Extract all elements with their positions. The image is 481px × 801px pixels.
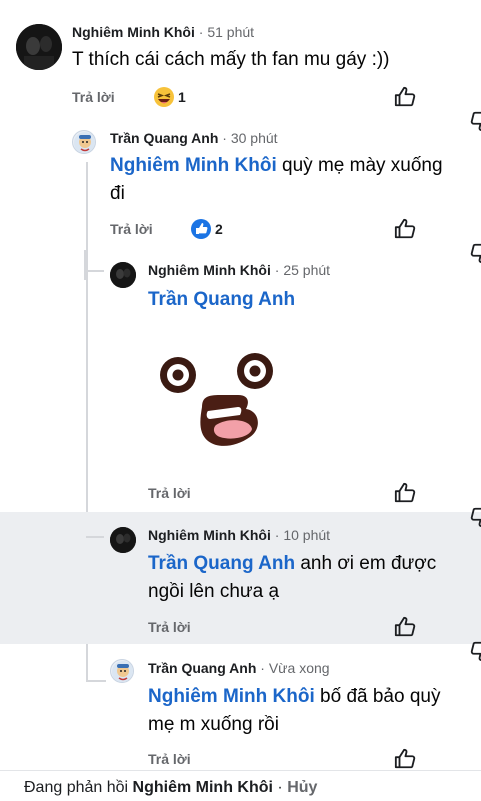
- comment-author[interactable]: Nghiêm Minh Khôi · 25 phút: [148, 262, 330, 278]
- reaction-count: 2: [215, 221, 223, 237]
- replying-to-bar: Đang phản hồi Nghiêm Minh Khôi · Hủy: [0, 770, 481, 801]
- comment-text: Nghiêm Minh Khôi bố đã bảo quỳ mẹ m xuống…: [148, 686, 441, 735]
- comment-separator: ·: [194, 24, 208, 40]
- cancel-reply-button[interactable]: Hủy: [287, 779, 317, 796]
- mention-tag[interactable]: Nghiêm Minh Khôi: [148, 686, 315, 707]
- comment-time: 30 phút: [230, 130, 278, 146]
- comment-time: 51 phút: [207, 24, 255, 40]
- mention-tag[interactable]: Trần Quang Anh: [148, 289, 295, 310]
- thumbs-down-icon[interactable]: [446, 218, 481, 264]
- thumbs-down-icon[interactable]: [446, 86, 481, 132]
- avatar[interactable]: [110, 262, 136, 288]
- comment-author[interactable]: Trần Quang Anh · 30 phút: [110, 130, 278, 146]
- thread-line-connector: [86, 536, 104, 538]
- comment-mention: Trần Quang Anh: [148, 286, 295, 314]
- reply-button[interactable]: Trả lời: [148, 751, 191, 767]
- mention-tag[interactable]: Trần Quang Anh: [148, 553, 295, 574]
- thumbs-up-icon[interactable]: [394, 218, 416, 245]
- thread-line-branch: [86, 680, 106, 682]
- comment-author[interactable]: Nghiêm Minh Khôi · 10 phút: [148, 527, 330, 543]
- reply-button[interactable]: Trả lời: [148, 619, 191, 635]
- reply-button[interactable]: Trả lời: [110, 221, 153, 237]
- thumbs-down-icon[interactable]: [446, 482, 481, 528]
- laugh-emoji-icon: [153, 86, 175, 113]
- comment-text: T thích cái cách mấy th fan mu gáy :)): [72, 49, 390, 70]
- avatar[interactable]: [110, 659, 134, 683]
- thumbs-up-icon[interactable]: [394, 616, 416, 643]
- comment-text: Nghiêm Minh Khôi quỳ mẹ mày xuống đi: [110, 155, 443, 204]
- comment-separator: ·: [270, 527, 284, 543]
- surprised-face-sticker-icon[interactable]: [150, 345, 280, 462]
- comment-separator: ·: [218, 130, 231, 146]
- comment-separator: ·: [256, 660, 269, 676]
- replying-to-name: Nghiêm Minh Khôi: [132, 779, 273, 796]
- comment-time: 10 phút: [283, 527, 331, 543]
- comment-time: Vừa xong: [268, 660, 330, 676]
- comment-separator: ·: [270, 262, 284, 278]
- thumbs-down-icon[interactable]: [446, 616, 481, 662]
- like-reaction-icon: [190, 218, 212, 245]
- comment-text: Trần Quang Anh anh ơi em được ngồi lên ch…: [148, 553, 437, 602]
- reply-button[interactable]: Trả lời: [72, 89, 115, 105]
- replying-to-text: Đang phản hồi Nghiêm Minh Khôi · Hủy: [24, 779, 318, 796]
- thread-line-connector: [86, 270, 104, 272]
- thread-line-inner: [84, 250, 86, 280]
- thumbs-up-icon[interactable]: [394, 482, 416, 509]
- comment-time: 25 phút: [283, 262, 331, 278]
- reaction-count: 1: [178, 89, 186, 105]
- avatar[interactable]: [110, 527, 136, 553]
- comment-author[interactable]: Nghiêm Minh Khôi · 51 phút: [72, 24, 254, 40]
- comment-author[interactable]: Trần Quang Anh · Vừa xong: [148, 660, 330, 676]
- mention-tag[interactable]: Nghiêm Minh Khôi: [110, 155, 277, 176]
- avatar[interactable]: [16, 24, 62, 70]
- avatar[interactable]: [72, 130, 96, 154]
- reply-button[interactable]: Trả lời: [148, 485, 191, 501]
- thumbs-up-icon[interactable]: [394, 86, 416, 113]
